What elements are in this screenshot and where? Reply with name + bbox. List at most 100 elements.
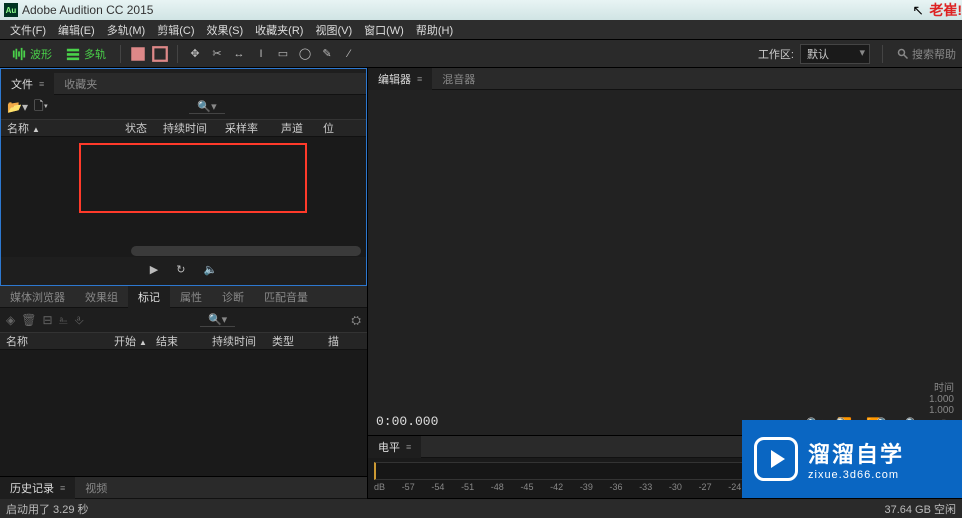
brush-icon[interactable]: ✎	[318, 45, 336, 63]
waveform-icon	[12, 47, 26, 61]
files-list-area[interactable]	[1, 137, 366, 245]
mcol-start[interactable]: 开始▲	[114, 333, 156, 349]
add-marker-icon[interactable]: ◈	[6, 313, 15, 327]
annotation-box	[79, 143, 307, 213]
time-selection-icon[interactable]: I	[252, 45, 270, 63]
files-toolbar: 📂▾ 🗋▾ 🔍▾	[1, 95, 366, 119]
tab-favorites[interactable]: 收藏夹	[54, 73, 107, 95]
cursor-icon: ↖	[912, 2, 924, 19]
tab-files[interactable]: 文件≡	[1, 73, 54, 95]
menu-clip[interactable]: 剪辑(C)	[151, 22, 200, 38]
status-left: 启动用了 3.29 秒	[6, 501, 89, 517]
mcol-duration[interactable]: 持续时间	[212, 333, 272, 349]
lasso-icon[interactable]: ◯	[296, 45, 314, 63]
export-markers-icon[interactable]: ⎁	[59, 313, 69, 328]
mcol-name[interactable]: 名称	[6, 333, 114, 349]
workspace-label: 工作区:	[758, 46, 794, 62]
multitrack-label: 多轨	[84, 46, 106, 62]
tab-mixer[interactable]: 混音器	[432, 68, 485, 90]
panel-menu-icon[interactable]: ≡	[406, 442, 411, 452]
menu-file[interactable]: 文件(F)	[4, 22, 52, 38]
preview-play-icon[interactable]: ▶	[150, 263, 158, 276]
spot-heal-icon[interactable]: ⁄	[340, 45, 358, 63]
search-help[interactable]: 搜索帮助	[897, 46, 956, 62]
merge-markers-icon[interactable]: ⊟	[42, 313, 52, 327]
tab-levels[interactable]: 电平≡	[368, 436, 421, 458]
tab-effects-rack[interactable]: 效果组	[75, 286, 128, 308]
panel-menu-icon[interactable]: ≡	[417, 74, 422, 84]
panel-menu-icon[interactable]: ≡	[60, 483, 65, 493]
editor-viewport[interactable]: 0:00.000 ■ ▶ ⏸ ⏮ ⏪ ⏩ ⏭ ● ↻ ⤼ 🔍 🔎 ⊡ 🔍 🔎 ⊕	[368, 90, 962, 435]
preview-autoplay-icon[interactable]: 🔈	[203, 263, 217, 276]
app-title: Adobe Audition CC 2015	[22, 3, 153, 17]
separator	[177, 45, 178, 63]
brand-name: 溜溜自学	[808, 437, 904, 469]
main-toolbar: 波形 多轨 ✥ ✂ ↔ I ▭ ◯ ✎ ⁄ 工作区: 默认 搜索帮助	[0, 40, 962, 68]
panel-menu-icon[interactable]: ≡	[39, 79, 44, 89]
separator	[120, 45, 121, 63]
marquee-icon[interactable]: ▭	[274, 45, 292, 63]
separator	[882, 45, 883, 63]
razor-tool-icon[interactable]: ✂	[208, 45, 226, 63]
workspace-dropdown[interactable]: 默认	[800, 44, 870, 64]
markers-search-input[interactable]: 🔍▾	[200, 313, 235, 327]
move-tool-icon[interactable]: ✥	[186, 45, 204, 63]
files-column-headers: 名称▲ 状态 持续时间 采样率 声道 位	[1, 119, 366, 137]
spectral-freq-icon[interactable]	[129, 45, 147, 63]
spectral-pitch-icon[interactable]	[151, 45, 169, 63]
menu-effects[interactable]: 效果(S)	[201, 22, 250, 38]
multitrack-mode-button[interactable]: 多轨	[60, 44, 112, 64]
menu-view[interactable]: 视图(V)	[309, 22, 358, 38]
files-search-input[interactable]: 🔍▾	[189, 100, 224, 114]
tab-diagnostics[interactable]: 诊断	[212, 286, 254, 308]
history-panel-tabs: 历史记录≡ 视频	[0, 477, 367, 499]
time-display: 0:00.000	[376, 414, 438, 429]
markers-panel-tabs: 媒体浏览器 效果组 标记 属性 诊断 匹配音量	[0, 286, 367, 308]
editor-panel-tabs: 编辑器≡ 混音器	[368, 68, 962, 90]
markers-toolbar: ◈ 🗑 ⊟ ⎁ ⎀ 🔍▾ ⛭	[0, 308, 367, 332]
col-duration[interactable]: 持续时间	[163, 120, 225, 136]
search-icon	[897, 48, 909, 60]
mcol-desc[interactable]: 描	[328, 333, 348, 349]
tab-markers[interactable]: 标记	[128, 286, 170, 308]
brand-url: zixue.3d66.com	[808, 469, 904, 481]
watermark-text: 老崔!	[929, 0, 962, 20]
menu-favorites[interactable]: 收藏夹(R)	[249, 22, 309, 38]
tab-video[interactable]: 视频	[75, 477, 117, 499]
waveform-mode-button[interactable]: 波形	[6, 44, 58, 64]
preview-loop-icon[interactable]: ↻	[176, 263, 185, 276]
left-column: 文件≡ 收藏夹 📂▾ 🗋▾ 🔍▾ 名称▲ 状态 持续时间 采样率 声道 位	[0, 68, 368, 498]
col-name[interactable]: 名称▲	[7, 120, 125, 136]
menu-bar: 文件(F) 编辑(E) 多轨(M) 剪辑(C) 效果(S) 收藏夹(R) 视图(…	[0, 20, 962, 40]
menu-help[interactable]: 帮助(H)	[410, 22, 459, 38]
play-badge-icon	[754, 437, 798, 481]
tab-properties[interactable]: 属性	[170, 286, 212, 308]
mcol-end[interactable]: 结束	[156, 333, 212, 349]
menu-window[interactable]: 窗口(W)	[358, 22, 410, 38]
col-bitdepth[interactable]: 位	[323, 120, 343, 136]
markers-settings-icon[interactable]: ⛭	[351, 313, 361, 328]
history-panel: 历史记录≡ 视频	[0, 476, 367, 498]
tab-media-browser[interactable]: 媒体浏览器	[0, 286, 75, 308]
tab-editor[interactable]: 编辑器≡	[368, 68, 432, 90]
files-hscrollbar[interactable]	[1, 245, 366, 257]
tab-history[interactable]: 历史记录≡	[0, 477, 75, 499]
delete-marker-icon[interactable]: 🗑	[21, 313, 36, 327]
menu-multitrack[interactable]: 多轨(M)	[101, 22, 152, 38]
open-file-icon[interactable]: 📂▾	[7, 100, 28, 114]
menu-edit[interactable]: 编辑(E)	[52, 22, 101, 38]
markers-list-area[interactable]	[0, 350, 367, 476]
col-samplerate[interactable]: 采样率	[225, 120, 281, 136]
status-right: 37.64 GB 空闲	[884, 501, 956, 517]
insert-markers-icon[interactable]: ⎀	[74, 313, 84, 328]
col-channels[interactable]: 声道	[281, 120, 323, 136]
title-bar: Au Adobe Audition CC 2015 ↖ 老崔!	[0, 0, 962, 20]
mcol-type[interactable]: 类型	[272, 333, 328, 349]
status-bar: 启动用了 3.29 秒 37.64 GB 空闲	[0, 498, 962, 518]
files-panel: 文件≡ 收藏夹 📂▾ 🗋▾ 🔍▾ 名称▲ 状态 持续时间 采样率 声道 位	[0, 68, 367, 286]
files-preview-transport: ▶ ↻ 🔈	[1, 257, 366, 281]
col-status[interactable]: 状态	[125, 120, 163, 136]
slip-tool-icon[interactable]: ↔	[230, 45, 248, 63]
new-file-icon[interactable]: 🗋▾	[34, 97, 48, 118]
tab-match-loudness[interactable]: 匹配音量	[254, 286, 318, 308]
